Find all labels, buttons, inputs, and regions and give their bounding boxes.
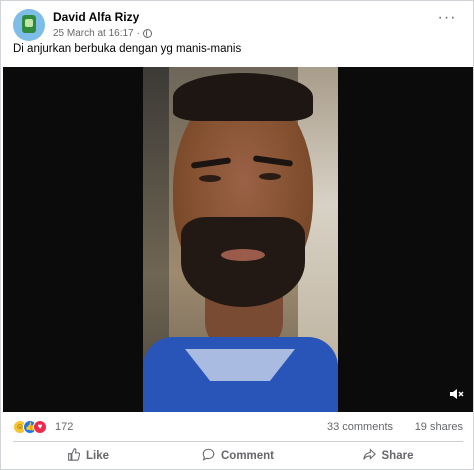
person-hair <box>173 73 313 121</box>
post-meta: 25 March at 16:17 · <box>53 28 152 39</box>
divider <box>13 441 463 442</box>
author-name[interactable]: David Alfa Rizy <box>53 10 139 24</box>
share-arrow-icon <box>362 448 376 464</box>
reaction-count[interactable]: 172 <box>55 421 73 433</box>
reaction-icons[interactable]: ☺ 👍 ♥ <box>13 420 47 434</box>
post-header: David Alfa Rizy 25 March at 16:17 · ··· <box>13 9 463 45</box>
comment-bubble-icon <box>202 448 215 464</box>
share-button[interactable]: Share <box>313 444 463 468</box>
globe-icon[interactable] <box>142 29 152 38</box>
speaker-muted-icon[interactable] <box>447 386 465 404</box>
person-beard <box>181 217 305 307</box>
video-frame <box>143 67 338 412</box>
timestamp[interactable]: 25 March at 16:17 <box>53 28 134 39</box>
avatar-detail <box>25 19 33 27</box>
video-player[interactable] <box>3 67 473 412</box>
comment-count[interactable]: 33 comments <box>327 421 393 433</box>
more-options-button[interactable]: ··· <box>435 10 459 31</box>
comment-button[interactable]: Comment <box>163 444 313 468</box>
person-eye-right <box>259 173 281 180</box>
thumbs-up-icon <box>67 448 81 464</box>
meta-separator: · <box>136 28 140 39</box>
person-eye-left <box>199 175 221 182</box>
post-card: David Alfa Rizy 25 March at 16:17 · ··· … <box>0 0 474 470</box>
share-label: Share <box>381 450 414 462</box>
post-stats: ☺ 👍 ♥ 172 33 comments 19 shares <box>13 419 463 437</box>
comment-label: Comment <box>220 450 275 462</box>
like-label: Like <box>85 450 109 462</box>
share-count[interactable]: 19 shares <box>415 421 463 433</box>
person-mouth <box>221 249 265 261</box>
like-button[interactable]: Like <box>13 444 163 468</box>
post-caption: Di anjurkan berbuka dengan yg manis-mani… <box>13 43 242 55</box>
love-reaction-icon: ♥ <box>33 420 47 434</box>
avatar[interactable] <box>13 9 45 41</box>
action-bar: Like Comment Share <box>13 444 463 468</box>
